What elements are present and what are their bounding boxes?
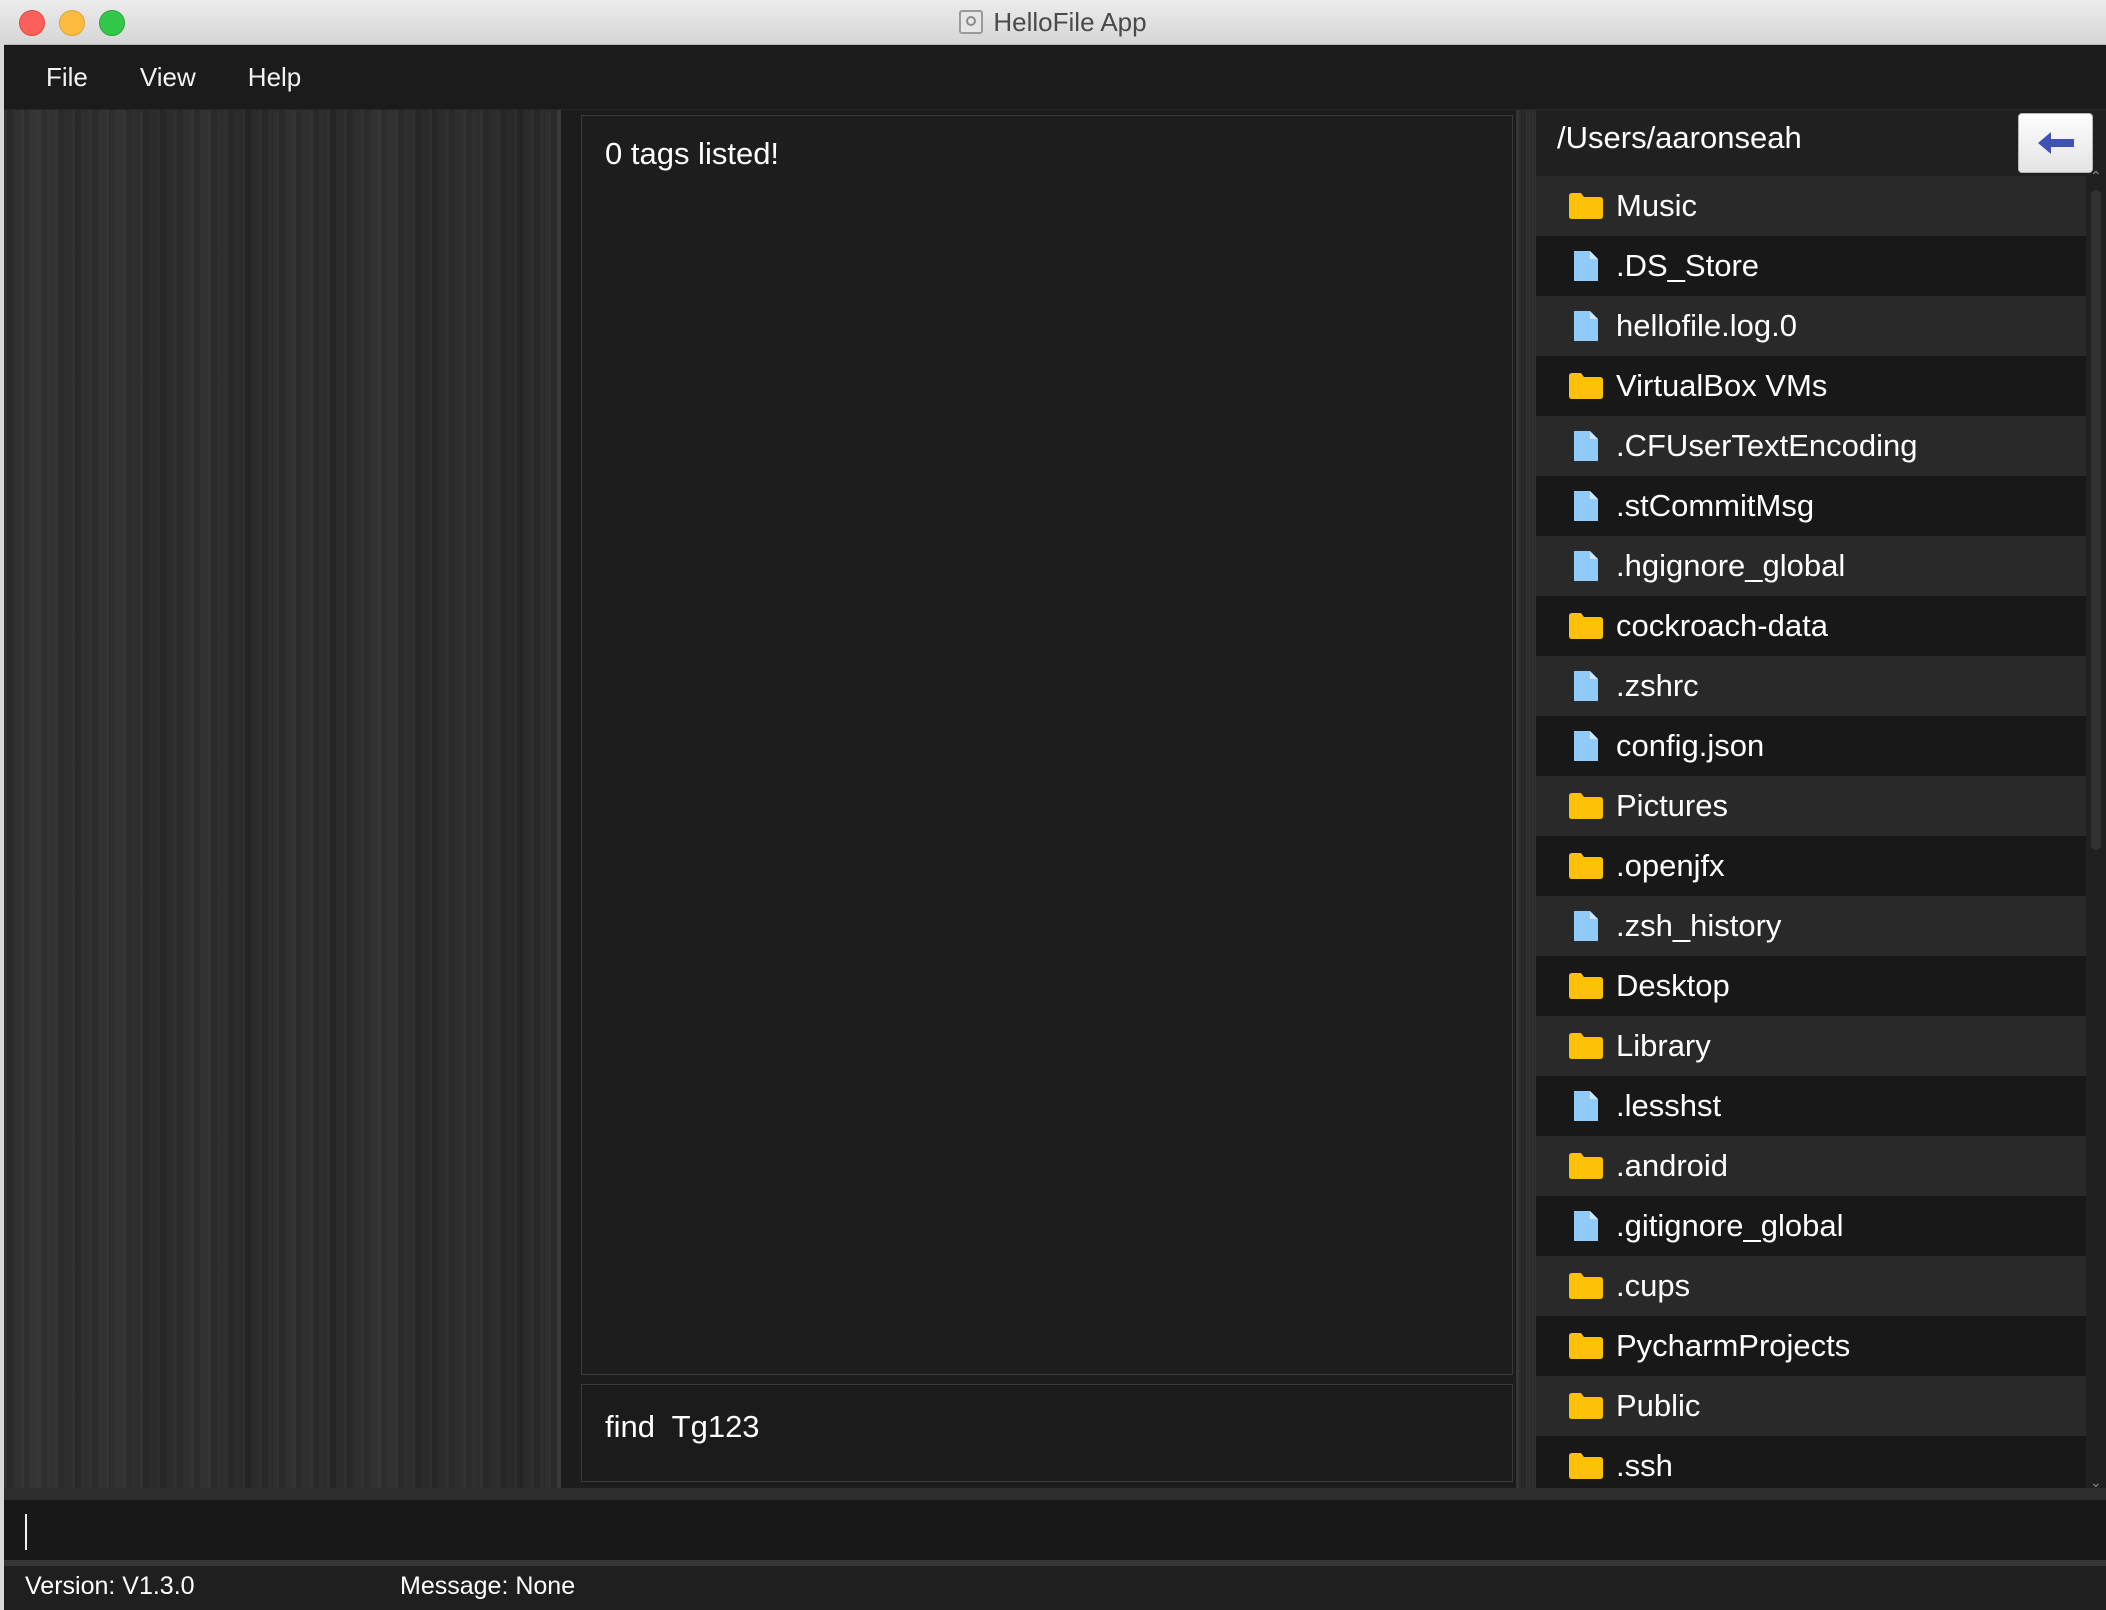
last-command-text: find Tg123 <box>605 1409 760 1444</box>
file-list: Music .DS_Store hellofile.log.0 VirtualBox … <box>1536 176 2086 1488</box>
file-name-label: hellofile.log.0 <box>1616 308 1797 343</box>
file-icon <box>1568 550 1604 582</box>
scrollbar-thumb[interactable] <box>2091 190 2101 850</box>
folder-icon <box>1568 610 1604 642</box>
file-name-label: .openjfx <box>1616 848 1725 883</box>
folder-icon <box>1568 1450 1604 1482</box>
text-caret <box>25 1514 27 1550</box>
file-icon <box>1568 670 1604 702</box>
folder-row[interactable]: cockroach-data <box>1536 596 2086 656</box>
folder-row[interactable]: Library <box>1536 1016 2086 1076</box>
command-input-bar <box>4 1488 2106 1560</box>
file-row[interactable]: .CFUserTextEncoding <box>1536 416 2086 476</box>
command-history-panel: find Tg123 <box>581 1384 1513 1482</box>
file-row[interactable]: .DS_Store <box>1536 236 2086 296</box>
file-row[interactable]: .gitignore_global <box>1536 1196 2086 1256</box>
folder-icon <box>1568 790 1604 822</box>
menu-bar: File View Help <box>4 45 2106 109</box>
chevron-down-icon[interactable]: ⌄ <box>2090 1475 2102 1489</box>
left-panel <box>4 110 557 1488</box>
menu-help[interactable]: Help <box>222 45 327 109</box>
folder-row[interactable]: .openjfx <box>1536 836 2086 896</box>
folder-icon <box>1568 970 1604 1002</box>
window-title-group: HelloFile App <box>0 0 2106 44</box>
file-row[interactable]: .zsh_history <box>1536 896 2086 956</box>
folder-row[interactable]: .cups <box>1536 1256 2086 1316</box>
folder-row[interactable]: VirtualBox VMs <box>1536 356 2086 416</box>
file-name-label: .zsh_history <box>1616 908 1782 943</box>
back-button[interactable] <box>2018 113 2093 173</box>
tags-list-panel: 0 tags listed! <box>581 115 1513 1375</box>
file-name-label: Pictures <box>1616 788 1728 823</box>
file-name-label: Public <box>1616 1388 1701 1423</box>
file-row[interactable]: .hgignore_global <box>1536 536 2086 596</box>
file-name-label: .ssh <box>1616 1448 1673 1483</box>
file-row[interactable]: hellofile.log.0 <box>1536 296 2086 356</box>
file-icon <box>1568 730 1604 762</box>
file-browser-header: /Users/aaronseah <box>1536 110 2106 173</box>
folder-row[interactable]: Music <box>1536 176 2086 236</box>
tags-count-label: 0 tags listed! <box>605 136 780 171</box>
file-icon <box>1568 910 1604 942</box>
file-icon <box>1568 490 1604 522</box>
file-icon <box>1568 310 1604 342</box>
file-name-label: VirtualBox VMs <box>1616 368 1828 403</box>
file-icon <box>1568 250 1604 282</box>
folder-icon <box>1568 190 1604 222</box>
app-window: HelloFile App File View Help 0 tags list… <box>0 0 2106 1610</box>
version-label: Version: V1.3.0 <box>25 1572 195 1600</box>
file-name-label: .android <box>1616 1148 1729 1183</box>
menu-view[interactable]: View <box>114 45 222 109</box>
right-split-divider[interactable] <box>1516 110 1536 1488</box>
file-row[interactable]: config.json <box>1536 716 2086 776</box>
file-name-label: config.json <box>1616 728 1765 763</box>
folder-icon <box>1568 370 1604 402</box>
message-label: Message: None <box>400 1572 576 1600</box>
file-name-label: cockroach-data <box>1616 608 1828 643</box>
folder-icon <box>1568 1030 1604 1062</box>
folder-row[interactable]: .ssh <box>1536 1436 2086 1488</box>
file-row[interactable]: .stCommitMsg <box>1536 476 2086 536</box>
file-icon <box>1568 430 1604 462</box>
folder-icon <box>1568 1390 1604 1422</box>
folder-icon <box>1568 1150 1604 1182</box>
command-input[interactable] <box>16 1508 2090 1558</box>
chevron-up-icon[interactable]: ⌃ <box>2090 169 2102 183</box>
file-list-scrollbar[interactable]: ⌃ ⌄ <box>2086 169 2106 1489</box>
file-name-label: .lesshst <box>1616 1088 1722 1123</box>
title-bar: HelloFile App <box>0 0 2106 45</box>
folder-row[interactable]: .android <box>1536 1136 2086 1196</box>
file-name-label: .cups <box>1616 1268 1691 1303</box>
file-icon <box>1568 1090 1604 1122</box>
folder-icon <box>1568 1330 1604 1362</box>
file-name-label: Music <box>1616 188 1697 223</box>
file-row[interactable]: .zshrc <box>1536 656 2086 716</box>
file-name-label: Desktop <box>1616 968 1730 1003</box>
folder-icon <box>1568 850 1604 882</box>
file-name-label: .stCommitMsg <box>1616 488 1815 523</box>
file-name-label: PycharmProjects <box>1616 1328 1851 1363</box>
file-name-label: .zshrc <box>1616 668 1699 703</box>
status-bar: Version: V1.3.0 Message: None <box>4 1560 2106 1610</box>
file-name-label: Library <box>1616 1028 1711 1063</box>
arrow-left-icon <box>2037 132 2074 154</box>
file-name-label: .CFUserTextEncoding <box>1616 428 1918 463</box>
file-icon <box>1568 1210 1604 1242</box>
file-row[interactable]: .lesshst <box>1536 1076 2086 1136</box>
file-name-label: .DS_Store <box>1616 248 1760 283</box>
menu-file[interactable]: File <box>4 45 114 109</box>
folder-row[interactable]: Public <box>1536 1376 2086 1436</box>
app-icon <box>959 10 984 34</box>
file-browser-panel: /Users/aaronseah Music .DS_Store hellofile… <box>1536 110 2106 1489</box>
file-name-label: .gitignore_global <box>1616 1208 1844 1243</box>
folder-row[interactable]: Desktop <box>1536 956 2086 1016</box>
middle-panel: 0 tags listed! find Tg123 <box>561 110 1516 1488</box>
window-title: HelloFile App <box>993 6 1147 37</box>
folder-icon <box>1568 1270 1604 1302</box>
file-name-label: .hgignore_global <box>1616 548 1846 583</box>
folder-row[interactable]: PycharmProjects <box>1536 1316 2086 1376</box>
folder-row[interactable]: Pictures <box>1536 776 2086 836</box>
current-path: /Users/aaronseah <box>1557 120 1802 155</box>
